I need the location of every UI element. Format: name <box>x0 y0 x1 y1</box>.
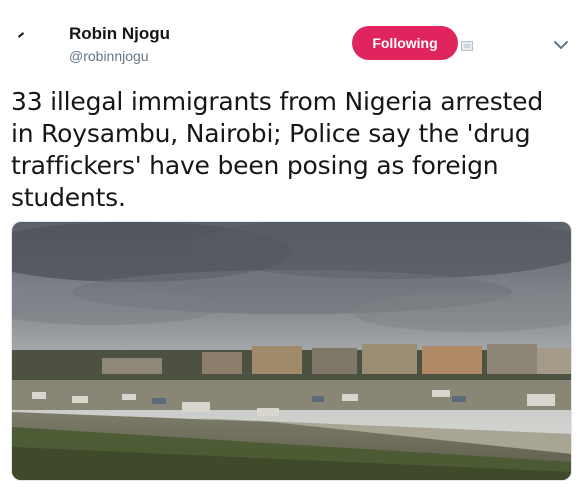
tweet-text: 33 illegal immigrants from Nigeria arres… <box>11 87 544 212</box>
street-scene-image <box>12 222 571 480</box>
badge-icon <box>461 38 473 51</box>
following-button[interactable]: Following <box>352 26 458 60</box>
author-name[interactable]: Robin Njogu <box>69 24 170 44</box>
tweet-card: Robin Njogu @robinnjogu Following 33 ill… <box>0 0 579 490</box>
avatar-image <box>10 24 58 72</box>
tweet-photo[interactable] <box>11 221 572 481</box>
author-handle[interactable]: @robinnjogu <box>69 48 149 64</box>
chevron-down-icon[interactable] <box>553 38 569 50</box>
avatar[interactable] <box>10 24 58 72</box>
